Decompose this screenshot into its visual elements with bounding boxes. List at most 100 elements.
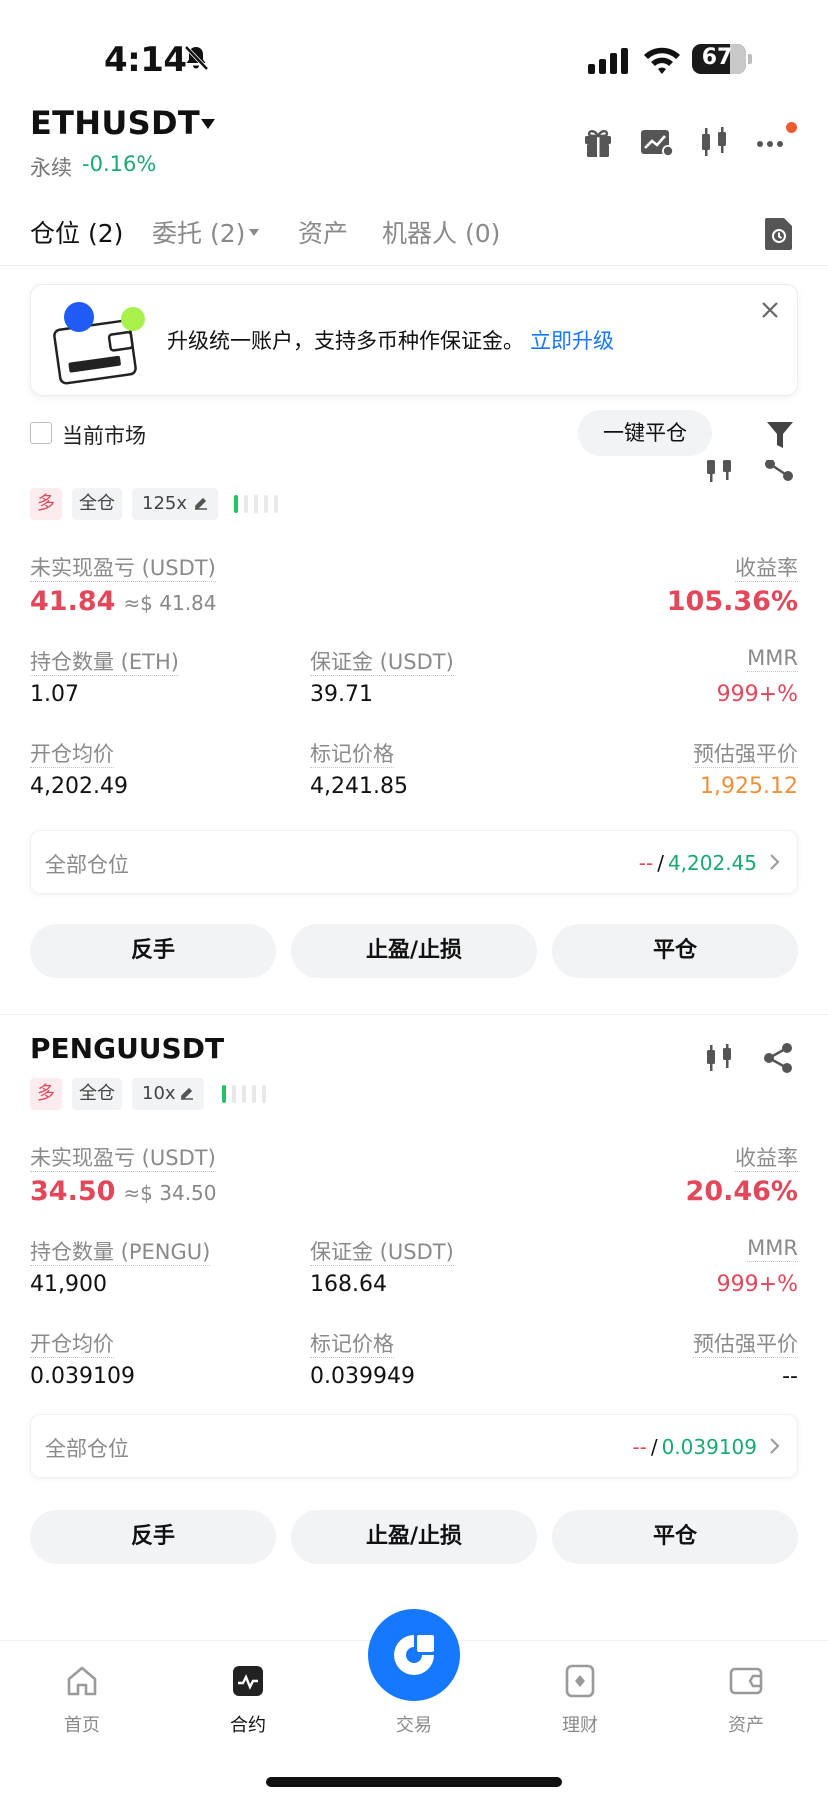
- nav-trade-label[interactable]: 交易: [364, 1711, 464, 1737]
- pnl-value: 41.84: [30, 586, 116, 617]
- close-all-button[interactable]: 一键平仓: [578, 410, 712, 456]
- entry-price-label: 开仓均价: [30, 1332, 114, 1358]
- candlestick-chart-icon[interactable]: [694, 122, 734, 162]
- current-market-label[interactable]: 当前市场: [62, 420, 146, 450]
- margin-value: 39.71: [310, 682, 373, 707]
- nav-home-label: 首页: [64, 1715, 100, 1736]
- bottom-navigation: 首页 合约 交易 理财 资产: [0, 1609, 828, 1800]
- all-positions-values: --/0.039109: [632, 1435, 757, 1459]
- banner-text: 升级统一账户，支持多币种作保证金。: [167, 329, 524, 353]
- unrealized-pnl-label: 未实现盈亏 (USDT): [30, 1146, 216, 1172]
- tab-positions[interactable]: 仓位 (2): [30, 214, 123, 250]
- long-tag: 多: [30, 488, 62, 520]
- mmr-label: MMR: [747, 646, 798, 672]
- battery-indicator: 67: [692, 44, 752, 74]
- share-icon[interactable]: [762, 460, 794, 484]
- nav-earn[interactable]: 理财: [530, 1663, 630, 1737]
- nav-assets[interactable]: 资产: [696, 1663, 796, 1737]
- position-icons: [700, 460, 800, 500]
- margin-label: 保证金 (USDT): [310, 650, 454, 676]
- mmr-value: 999+%: [716, 682, 798, 707]
- tpsl-button[interactable]: 止盈/止损: [291, 924, 537, 978]
- price-change: -0.16%: [82, 152, 157, 176]
- current-market-checkbox[interactable]: [30, 422, 52, 444]
- wallet-icon: [729, 1667, 763, 1695]
- status-time: 4:14: [104, 40, 187, 80]
- edit-pencil-icon[interactable]: [180, 1086, 194, 1100]
- quantity-label: 持仓数量 (PENGU): [30, 1240, 211, 1266]
- entry-price-label: 开仓均价: [30, 742, 114, 768]
- close-position-button[interactable]: 平仓: [552, 924, 798, 978]
- reverse-button[interactable]: 反手: [30, 1510, 276, 1564]
- roe-value: 20.46%: [685, 1176, 798, 1207]
- symbol-title[interactable]: ETHUSDT: [30, 104, 200, 142]
- position-actions: 反手 止盈/止损 平仓: [30, 1510, 798, 1564]
- all-positions-label: 全部仓位: [45, 853, 129, 877]
- pnl-usd-value: ≈$ 34.50: [123, 1181, 217, 1205]
- nav-assets-label: 资产: [728, 1715, 764, 1736]
- candlestick-chart-icon[interactable]: [704, 1042, 736, 1074]
- wallet-illustration-icon: [53, 302, 145, 385]
- candlestick-chart-icon[interactable]: [704, 460, 736, 484]
- close-position-button[interactable]: 平仓: [552, 1510, 798, 1564]
- history-file-icon[interactable]: [764, 216, 794, 252]
- bell-muted-icon: [184, 45, 209, 71]
- risk-meter: [234, 495, 294, 513]
- card-divider: [0, 1014, 828, 1015]
- risk-meter: [222, 1085, 282, 1103]
- filter-row: 当前市场 一键平仓: [0, 410, 828, 460]
- tpsl-button[interactable]: 止盈/止损: [291, 1510, 537, 1564]
- tab-bots[interactable]: 机器人 (0): [382, 214, 500, 250]
- all-positions-label: 全部仓位: [45, 1437, 129, 1461]
- mark-price-value: 4,241.85: [310, 774, 408, 799]
- caret-down-icon[interactable]: [200, 118, 216, 130]
- home-icon: [67, 1666, 97, 1696]
- nav-home[interactable]: 首页: [32, 1663, 132, 1737]
- mmr-label: MMR: [747, 1236, 798, 1262]
- trade-logo-icon: [394, 1635, 434, 1675]
- tab-orders[interactable]: 委托 (2): [152, 214, 245, 250]
- position-tabs: 仓位 (2) 委托 (2) 资产 机器人 (0): [0, 206, 828, 266]
- pnl-value: 34.50: [30, 1176, 116, 1207]
- roe-value: 105.36%: [666, 586, 798, 617]
- leverage-value: 125x: [142, 493, 188, 514]
- edit-pencil-icon[interactable]: [194, 496, 208, 510]
- leverage-value: 10x: [142, 1083, 176, 1104]
- entry-price-value: 0.039109: [30, 1364, 135, 1389]
- liq-price-label: 预估强平价: [693, 742, 798, 768]
- chevron-right-icon: [770, 854, 780, 870]
- reverse-button[interactable]: 反手: [30, 924, 276, 978]
- symbol-header: ETHUSDT 永续 -0.16%: [0, 100, 828, 190]
- home-indicator[interactable]: [266, 1777, 562, 1787]
- trade-button[interactable]: [368, 1609, 460, 1701]
- liq-price-value: 1,925.12: [700, 774, 798, 799]
- share-icon[interactable]: [762, 1042, 794, 1074]
- margin-label: 保证金 (USDT): [310, 1240, 454, 1266]
- mark-price-label: 标记价格: [310, 1332, 394, 1358]
- banner-message: 升级统一账户，支持多币种作保证金。 立即升级: [167, 325, 614, 355]
- position-actions: 反手 止盈/止损 平仓: [30, 924, 798, 978]
- unrealized-pnl: 34.50 ≈$ 34.50: [30, 1176, 217, 1207]
- unrealized-pnl: 41.84 ≈$ 41.84: [30, 586, 217, 617]
- leverage-tag[interactable]: 125x: [132, 488, 218, 520]
- upgrade-link[interactable]: 立即升级: [530, 329, 614, 353]
- all-positions-row[interactable]: 全部仓位 --/4,202.45: [30, 830, 798, 894]
- caret-down-icon[interactable]: [248, 228, 260, 237]
- gift-icon[interactable]: [578, 122, 618, 162]
- liq-price-value: --: [782, 1364, 798, 1389]
- nav-futures[interactable]: 合约: [198, 1663, 298, 1737]
- liq-price-label: 预估强平价: [693, 1332, 798, 1358]
- quantity-label: 持仓数量 (ETH): [30, 650, 179, 676]
- pnl-analysis-icon[interactable]: [636, 122, 676, 162]
- position-card-eth: 多 全仓 125x 未实现盈亏 (USDT) 收益率 41.84 ≈$ 41.84…: [0, 460, 828, 1000]
- upgrade-banner[interactable]: 升级统一账户，支持多币种作保证金。 立即升级: [30, 284, 798, 396]
- tab-assets[interactable]: 资产: [298, 214, 348, 250]
- all-positions-row[interactable]: 全部仓位 --/0.039109: [30, 1414, 798, 1478]
- nav-futures-label: 合约: [230, 1715, 266, 1736]
- position-symbol[interactable]: PENGUUSDT: [30, 1032, 224, 1065]
- roe-label: 收益率: [735, 556, 798, 582]
- leverage-tag[interactable]: 10x: [132, 1078, 204, 1110]
- close-icon[interactable]: [759, 299, 781, 321]
- filter-icon[interactable]: [766, 420, 794, 450]
- pnl-usd-value: ≈$ 41.84: [123, 591, 217, 615]
